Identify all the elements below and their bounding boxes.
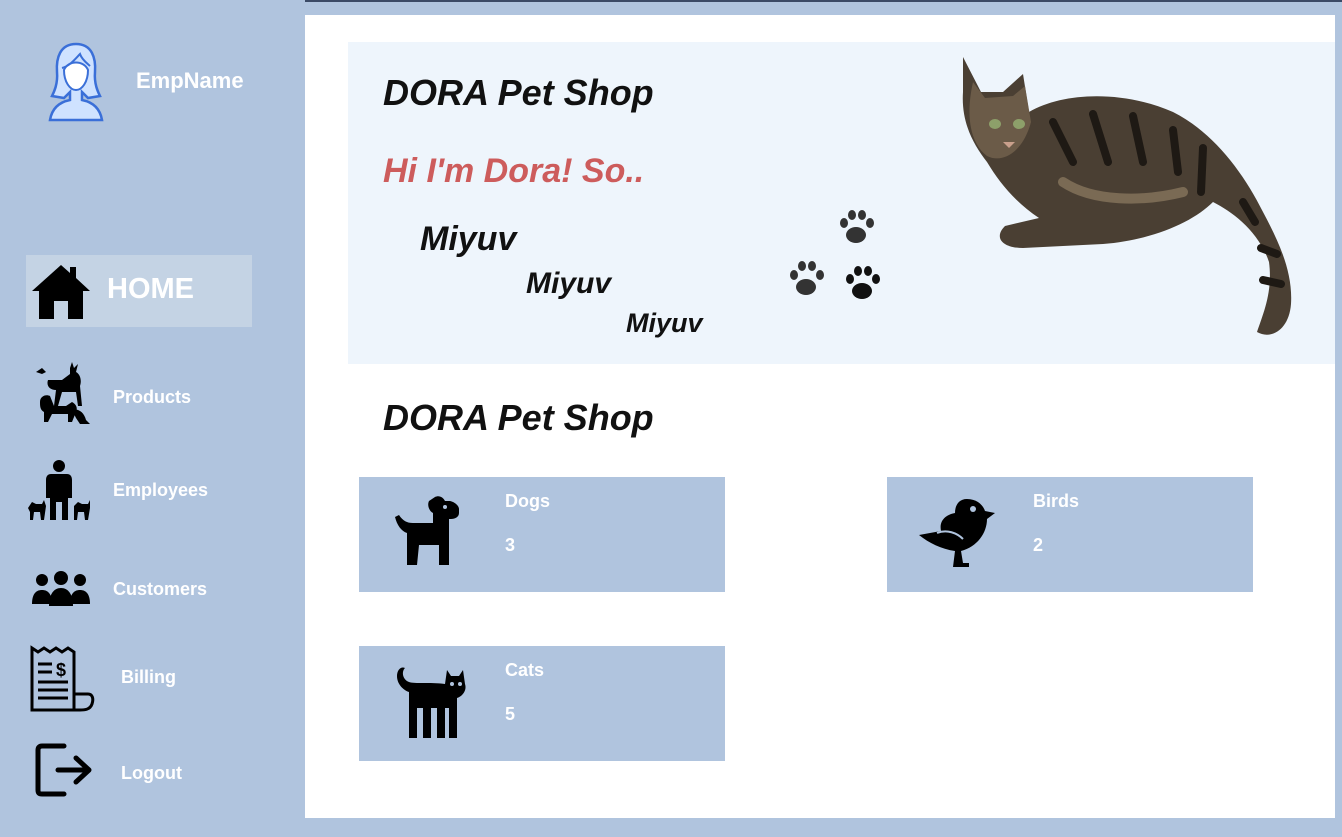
greeting-text: Hi I'm Dora! So.. xyxy=(383,152,645,190)
nav-products[interactable]: Products xyxy=(26,360,252,432)
card-dogs-label: Dogs xyxy=(505,491,550,511)
employee-name: EmpName xyxy=(136,68,244,93)
paw-prints-icon xyxy=(790,210,880,299)
nav-products-label: Products xyxy=(113,387,192,407)
home-icon xyxy=(32,265,90,319)
person-with-pets-icon xyxy=(28,460,90,520)
tabby-cat-image xyxy=(962,57,1292,335)
nav-logout-label: Logout xyxy=(121,763,182,783)
receipt-icon: $ xyxy=(30,645,95,712)
meow-text-1: Miyuv xyxy=(420,220,517,258)
banner-title: DORA Pet Shop xyxy=(383,72,654,113)
section-title: DORA Pet Shop xyxy=(383,397,654,438)
card-cats-label: Cats xyxy=(505,660,545,680)
main-panel: DORA Pet Shop Hi I'm Dora! So.. Miyuv Mi… xyxy=(305,15,1335,818)
nav-employees[interactable]: Employees xyxy=(26,456,252,528)
card-cats-count: 5 xyxy=(505,704,516,724)
sidebar: EmpName HOME Products Employees Customer… xyxy=(0,0,305,837)
group-icon xyxy=(32,571,90,606)
meow-text-2: Miyuv xyxy=(526,267,612,300)
meow-text-3: Miyuv xyxy=(626,308,703,338)
category-card-cats[interactable]: Cats 5 xyxy=(359,646,725,761)
category-card-birds[interactable]: Birds 2 xyxy=(887,477,1253,592)
logout-icon xyxy=(35,743,92,797)
nav-billing-label: Billing xyxy=(121,667,176,687)
nav-home[interactable]: HOME xyxy=(26,255,252,327)
nav-logout[interactable]: Logout xyxy=(26,738,252,810)
svg-text:$: $ xyxy=(56,660,66,680)
card-birds-count: 2 xyxy=(1033,535,1044,555)
card-birds-label: Birds xyxy=(1033,491,1080,511)
category-card-dogs[interactable]: Dogs 3 xyxy=(359,477,725,592)
hero-banner: DORA Pet Shop Hi I'm Dora! So.. Miyuv Mi… xyxy=(348,42,1335,364)
animals-icon xyxy=(36,362,90,424)
nav-home-label: HOME xyxy=(107,273,194,305)
user-avatar-icon xyxy=(48,42,104,122)
nav-employees-label: Employees xyxy=(113,480,209,500)
card-dogs-count: 3 xyxy=(505,535,516,555)
cat-icon xyxy=(397,667,466,738)
bird-icon xyxy=(919,499,995,567)
dog-icon xyxy=(395,496,459,565)
nav-customers[interactable]: Customers xyxy=(26,560,252,632)
nav-customers-label: Customers xyxy=(113,579,208,599)
nav-billing[interactable]: $ Billing xyxy=(26,640,252,712)
